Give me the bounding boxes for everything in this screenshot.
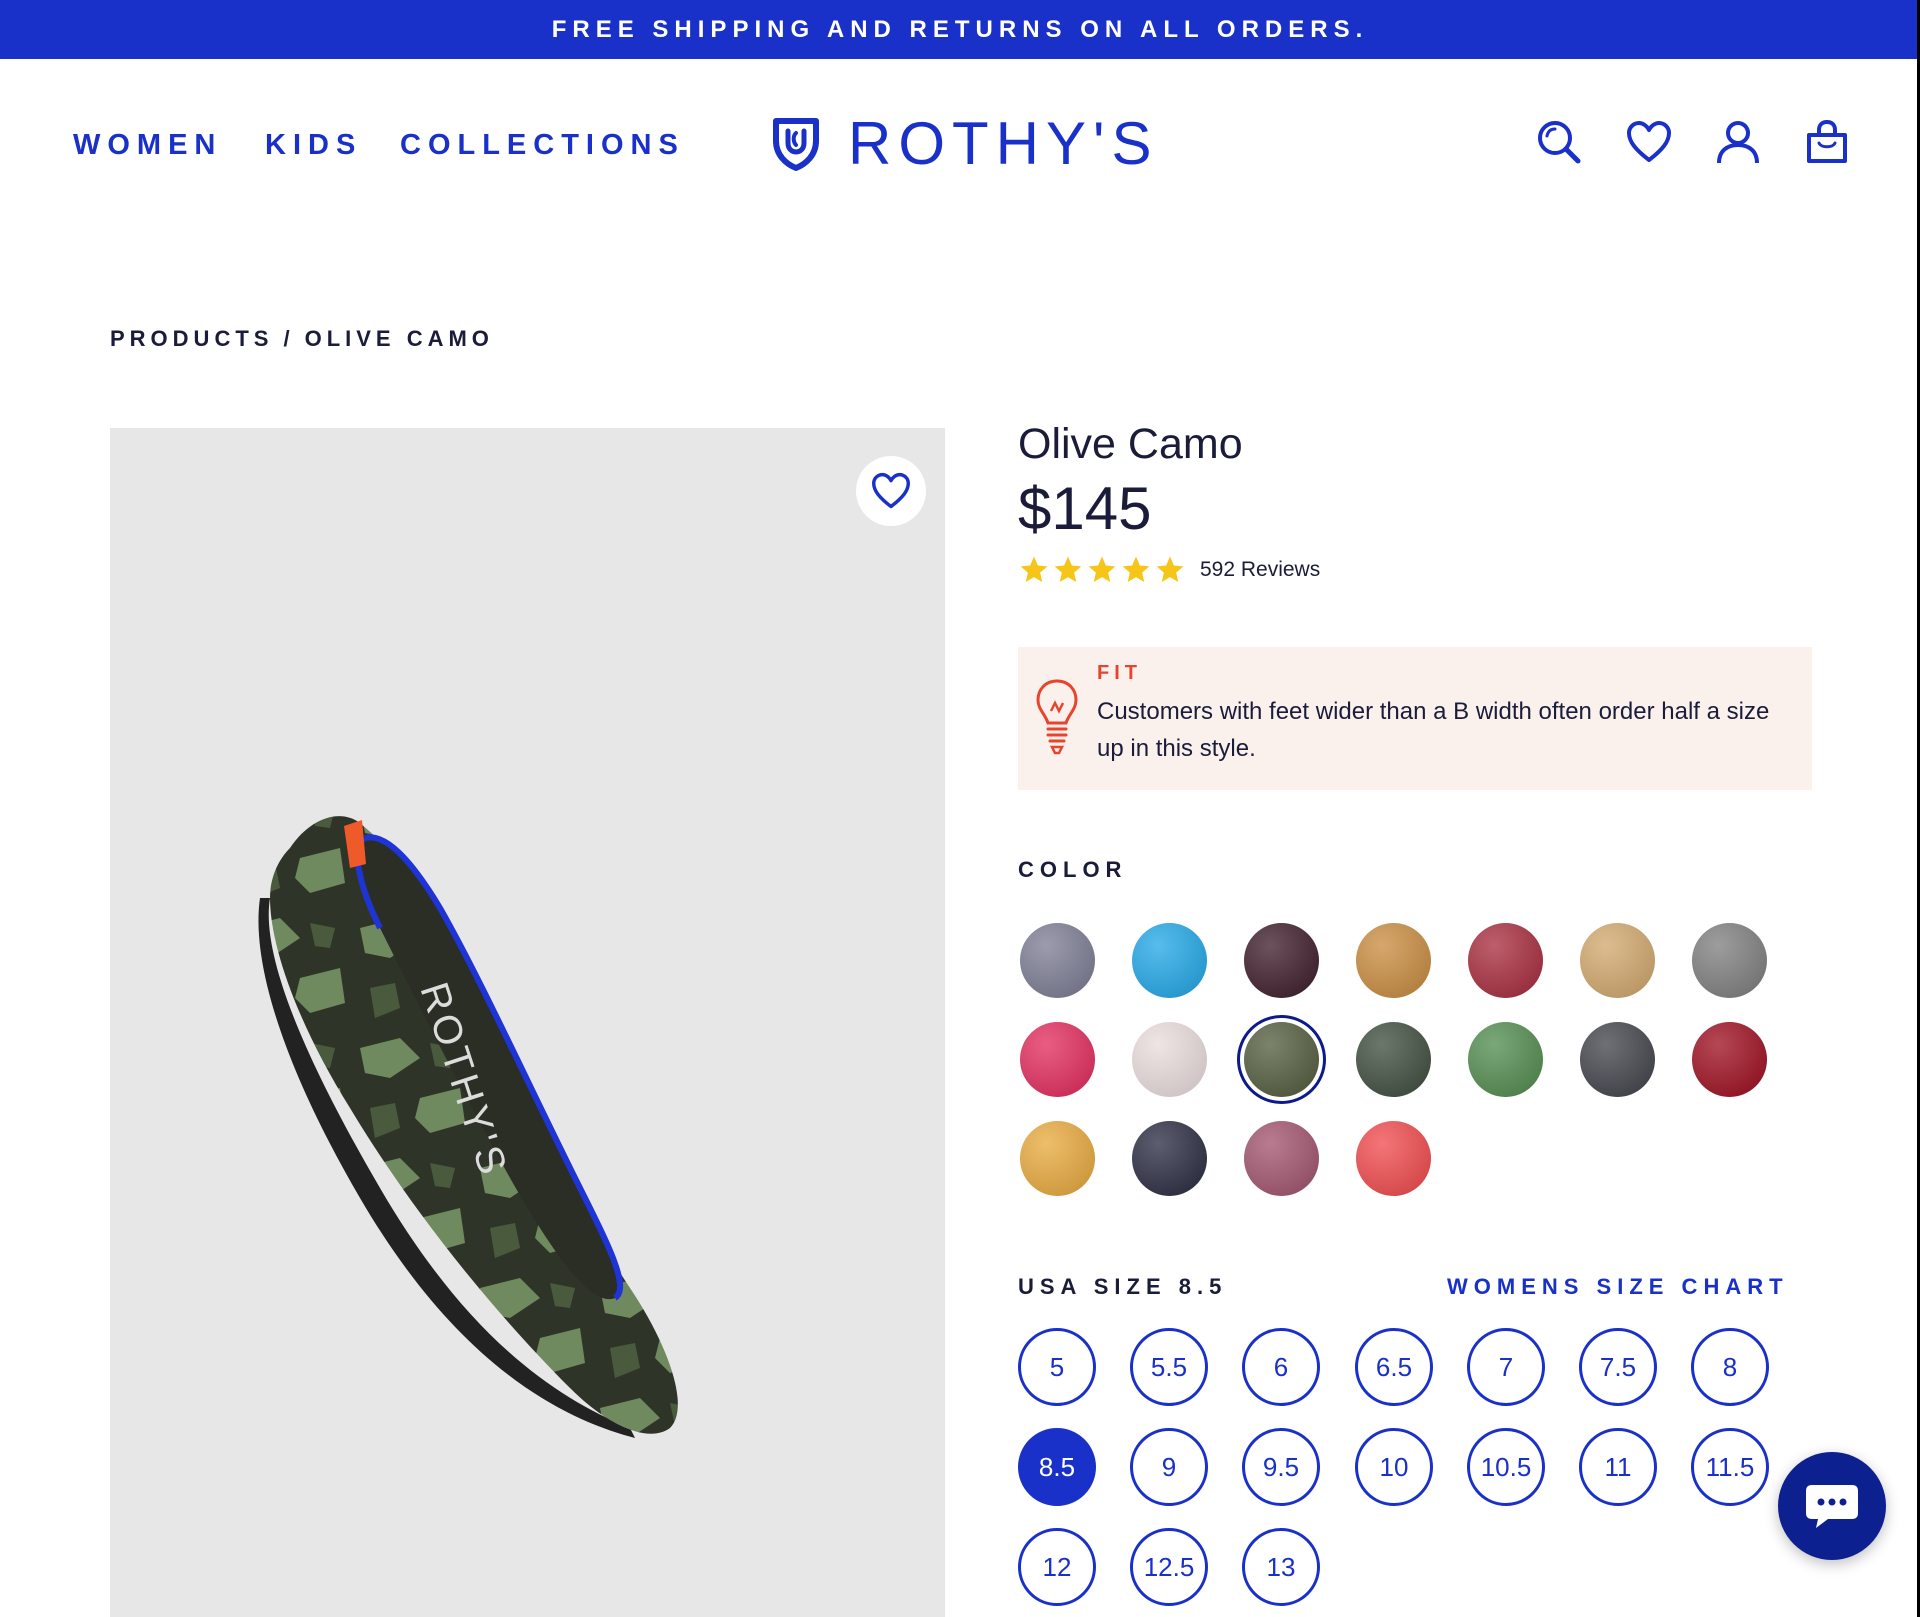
product-price: $145 xyxy=(1018,475,1152,542)
size-option[interactable]: 8.5 xyxy=(1018,1428,1096,1506)
product-image[interactable]: ROTHY'S xyxy=(110,428,945,1617)
star-icon xyxy=(1122,556,1150,582)
color-swatch-bright-blue[interactable] xyxy=(1132,923,1207,998)
color-swatch-olive-camo[interactable] xyxy=(1237,1015,1326,1104)
fit-notice: FIT Customers with feet wider than a B w… xyxy=(1018,647,1812,790)
size-option[interactable]: 5 xyxy=(1018,1328,1096,1406)
brand-logo[interactable]: ROTHY'S xyxy=(772,112,1158,176)
fit-label: FIT xyxy=(1097,662,1142,684)
chat-icon xyxy=(1806,1485,1858,1528)
size-option[interactable]: 11 xyxy=(1579,1428,1657,1506)
chat-button[interactable] xyxy=(1778,1452,1886,1560)
brand-name: ROTHY'S xyxy=(848,110,1159,177)
size-option[interactable]: 9 xyxy=(1130,1428,1208,1506)
size-chart-link[interactable]: WOMENS SIZE CHART xyxy=(1447,1273,1789,1301)
favorite-button[interactable] xyxy=(856,456,926,526)
star-icon xyxy=(1054,556,1082,582)
account-icon[interactable] xyxy=(1714,117,1762,167)
heart-icon[interactable] xyxy=(1625,117,1673,167)
color-swatch-leopard[interactable] xyxy=(1356,923,1431,998)
color-swatch-black-cherry[interactable] xyxy=(1244,923,1319,998)
star-icon xyxy=(1020,556,1048,582)
shoe-illustration: ROTHY'S xyxy=(258,816,678,1438)
color-label: COLOR xyxy=(1018,857,1128,882)
color-swatch-green[interactable] xyxy=(1468,1022,1543,1097)
nav-women[interactable]: WOMEN xyxy=(73,127,222,163)
color-swatch-berry-multi[interactable] xyxy=(1244,1121,1319,1196)
search-icon[interactable] xyxy=(1535,117,1583,167)
size-option[interactable]: 12 xyxy=(1018,1528,1096,1606)
color-swatch-pink-multi[interactable] xyxy=(1020,1022,1095,1097)
size-option[interactable]: 6.5 xyxy=(1355,1328,1433,1406)
star-icon xyxy=(1156,556,1184,582)
size-option[interactable]: 12.5 xyxy=(1130,1528,1208,1606)
announcement-bar: FREE SHIPPING AND RETURNS ON ALL ORDERS. xyxy=(0,0,1920,59)
star-icon xyxy=(1088,556,1116,582)
color-swatch-navy[interactable] xyxy=(1132,1121,1207,1196)
page: FREE SHIPPING AND RETURNS ON ALL ORDERS.… xyxy=(0,0,1920,1617)
color-swatch-burgundy[interactable] xyxy=(1468,923,1543,998)
nav-collections[interactable]: COLLECTIONS xyxy=(400,127,685,163)
color-swatch-heather-multi[interactable] xyxy=(1020,923,1095,998)
size-option[interactable]: 9.5 xyxy=(1242,1428,1320,1506)
breadcrumb-separator: / xyxy=(283,326,295,351)
color-swatch-crimson[interactable] xyxy=(1692,1022,1767,1097)
color-swatch-gray-knit[interactable] xyxy=(1692,923,1767,998)
size-label: USA SIZE 8.5 xyxy=(1018,1274,1228,1299)
size-option[interactable]: 7.5 xyxy=(1579,1328,1657,1406)
breadcrumb-products[interactable]: PRODUCTS xyxy=(110,326,273,354)
size-option[interactable]: 11.5 xyxy=(1691,1428,1769,1506)
reviews-link[interactable]: 592 Reviews xyxy=(1200,558,1320,582)
size-option[interactable]: 6 xyxy=(1242,1328,1320,1406)
color-swatch-cheetah[interactable] xyxy=(1580,923,1655,998)
shield-logo-icon xyxy=(773,118,819,171)
color-swatch-blush[interactable] xyxy=(1132,1022,1207,1097)
lightbulb-icon xyxy=(1036,679,1078,755)
rating[interactable]: 592 Reviews xyxy=(1018,553,1320,587)
breadcrumb-current: OLIVE CAMO xyxy=(304,326,494,351)
color-swatch-mustard[interactable] xyxy=(1020,1121,1095,1196)
color-swatch-charcoal-camo[interactable] xyxy=(1580,1022,1655,1097)
size-option[interactable]: 10.5 xyxy=(1467,1428,1545,1506)
color-swatch-dark-camo[interactable] xyxy=(1356,1022,1431,1097)
nav-kids[interactable]: KIDS xyxy=(265,127,362,163)
size-option[interactable]: 5.5 xyxy=(1130,1328,1208,1406)
star-rating xyxy=(1018,554,1186,586)
breadcrumb: PRODUCTS / OLIVE CAMO xyxy=(110,326,494,354)
heart-icon xyxy=(872,472,910,509)
size-option[interactable]: 7 xyxy=(1467,1328,1545,1406)
bag-icon[interactable] xyxy=(1803,117,1851,167)
size-option[interactable]: 13 xyxy=(1242,1528,1320,1606)
product-title: Olive Camo xyxy=(1018,420,1243,468)
fit-text: Customers with feet wider than a B width… xyxy=(1097,698,1770,762)
size-option[interactable]: 8 xyxy=(1691,1328,1769,1406)
size-option[interactable]: 10 xyxy=(1355,1428,1433,1506)
color-swatch-coral-red[interactable] xyxy=(1356,1121,1431,1196)
